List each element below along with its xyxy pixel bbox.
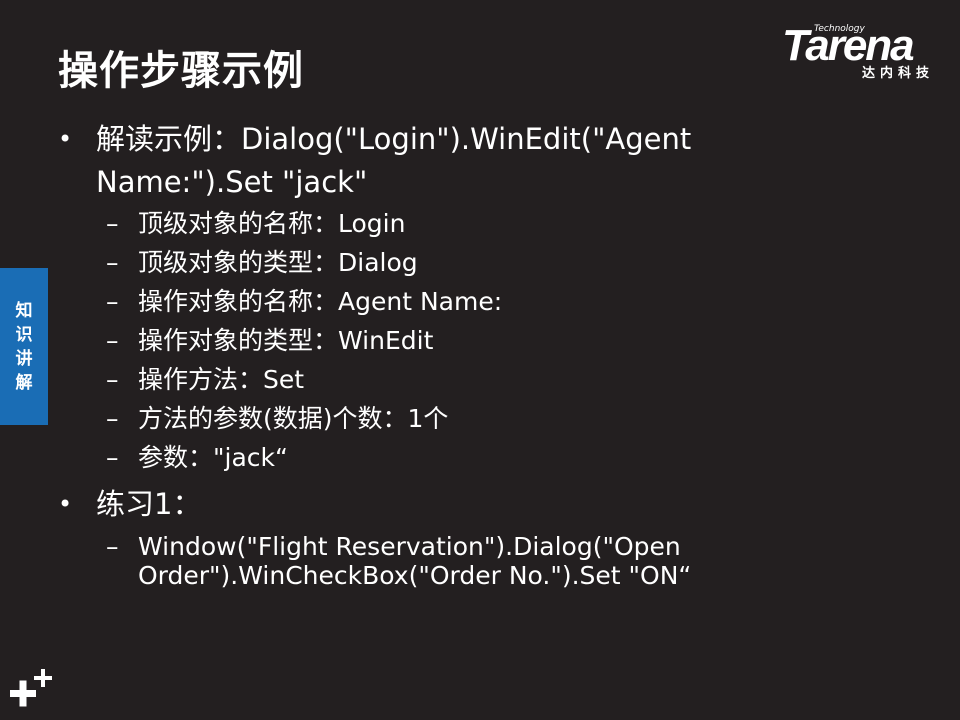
sub-item-text: 操作对象的类型：WinEdit (138, 326, 434, 355)
sub-item-text: 参数："jack“ (138, 443, 288, 472)
bullet-text-line: Name:").Set "jack" (96, 165, 368, 199)
bullet-dot-icon: • (58, 490, 73, 518)
dash-icon: – (106, 209, 119, 238)
sub-item-text: 方法的参数(数据)个数：1个 (138, 404, 449, 433)
sub-item: – 顶级对象的名称：Login (58, 204, 938, 243)
slide-title: 操作步骤示例 (58, 48, 304, 94)
bullet-dot-icon: • (58, 125, 73, 153)
dash-icon: – (106, 287, 119, 316)
bullet-example: • 解读示例：Dialog("Login").WinEdit("Agent Na… (58, 118, 938, 204)
knowledge-tab: 知 识 讲 解 (0, 268, 48, 425)
sub-item: – 方法的参数(数据)个数：1个 (58, 399, 938, 438)
side-tab-char: 识 (15, 324, 33, 345)
sub-item: – 顶级对象的类型：Dialog (58, 243, 938, 282)
sub-item: – 操作对象的类型：WinEdit (58, 321, 938, 360)
sub-item-text: Order").WinCheckBox("Order No.").Set "ON… (138, 561, 692, 590)
side-tab-char: 讲 (15, 348, 33, 369)
sub-item-text: 操作对象的名称：Agent Name: (138, 287, 503, 316)
sub-item-text: 操作方法：Set (138, 365, 305, 394)
sub-item-text: 顶级对象的类型：Dialog (138, 248, 418, 277)
side-tab-char: 解 (15, 372, 33, 393)
sub-item-text: 顶级对象的名称：Login (138, 209, 406, 238)
bullet-text-line: 解读示例：Dialog("Login").WinEdit("Agent (96, 122, 692, 156)
logo-subtitle: 达内科技 (862, 66, 935, 81)
dash-icon: – (106, 365, 119, 394)
sub-item: – Window("Flight Reservation").Dialog("O… (58, 532, 938, 590)
sub-item-text: Window("Flight Reservation").Dialog("Ope… (138, 532, 681, 561)
dash-icon: – (106, 532, 119, 561)
dash-icon: – (106, 404, 119, 433)
sub-item: – 操作对象的名称：Agent Name: (58, 282, 938, 321)
sub-item: – 操作方法：Set (58, 360, 938, 399)
plus-plus-icon (10, 669, 52, 707)
bullet-exercise: • 练习1： (58, 483, 938, 526)
dash-icon: – (106, 443, 119, 472)
bullet-text-line: 练习1： (96, 487, 202, 521)
sub-item: – 参数："jack“ (58, 438, 938, 477)
slide-content: • 解读示例：Dialog("Login").WinEdit("Agent Na… (58, 118, 938, 590)
dash-icon: – (106, 248, 119, 277)
dash-icon: – (106, 326, 119, 355)
side-tab-char: 知 (15, 300, 33, 321)
